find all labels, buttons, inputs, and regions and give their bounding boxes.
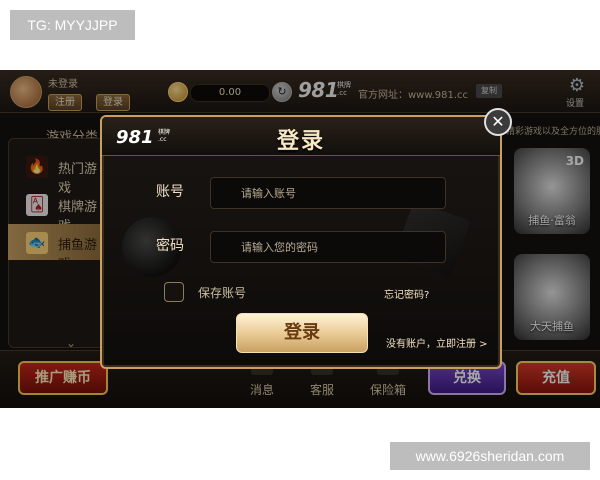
login-button[interactable]: 登录 [236, 313, 368, 353]
watermark-bottom: www.6926sheridan.com [390, 442, 590, 470]
account-label: 账号 [156, 184, 184, 200]
account-input[interactable] [211, 178, 445, 208]
register-link[interactable]: 没有账户，立即注册 > [386, 335, 488, 350]
save-account-label[interactable]: 保存账号 [198, 284, 246, 301]
login-modal: 981 棋牌 .cc 登录 账号 密码 保存账号 忘记密码? 登录 没有账户，立… [100, 115, 502, 369]
game-lobby-screen: 未登录 注册 登录 0.00 ↻ 981 棋牌 .cc 官方网址：www.981… [0, 70, 600, 408]
forgot-password-link[interactable]: 忘记密码? [384, 286, 429, 301]
account-field[interactable] [210, 177, 446, 209]
password-label: 密码 [156, 238, 184, 254]
modal-title: 登录 [276, 128, 325, 154]
watermark-top: TG: MYYJJPP [10, 10, 135, 40]
close-icon[interactable]: ✕ [484, 108, 512, 136]
save-account-checkbox[interactable] [164, 282, 184, 302]
password-field[interactable] [210, 231, 446, 263]
password-input[interactable] [211, 232, 445, 262]
modal-header: 981 棋牌 .cc 登录 [102, 117, 500, 156]
